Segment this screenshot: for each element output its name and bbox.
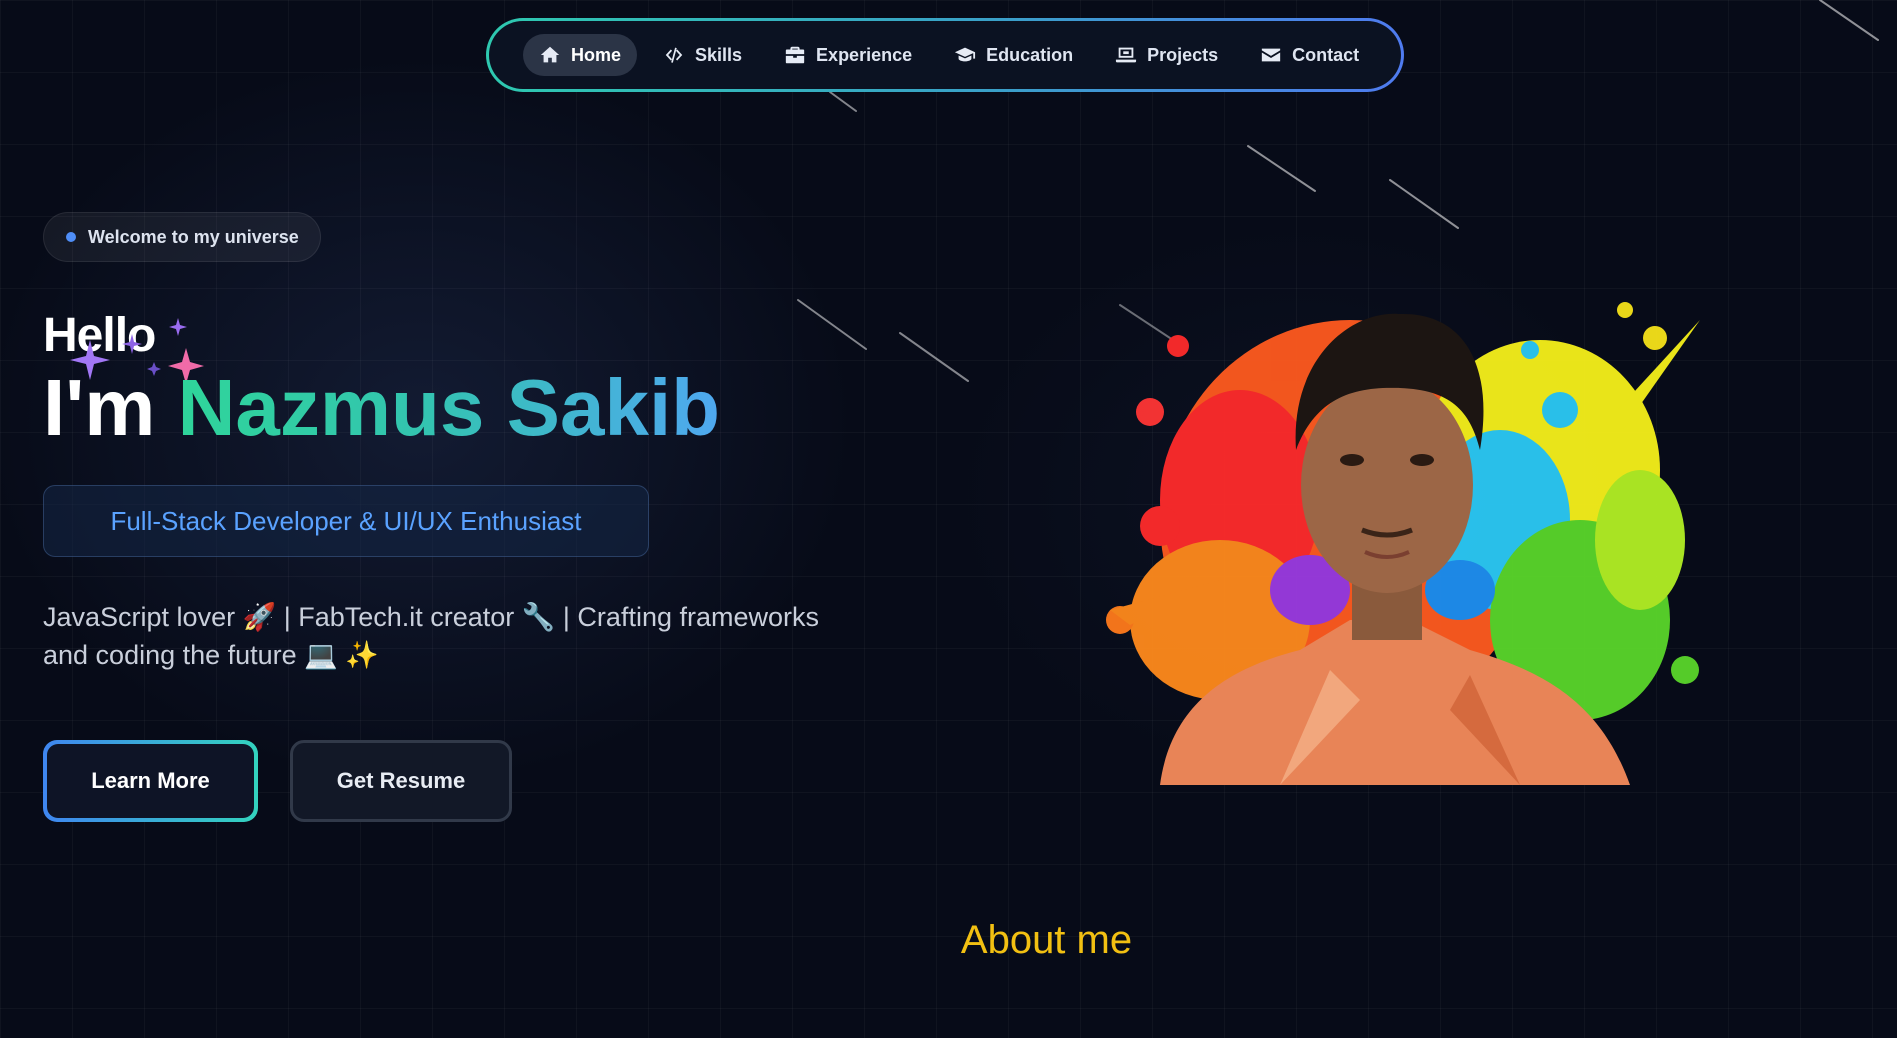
nav-item-contact[interactable]: Contact [1244,34,1375,76]
tagline-line-1: JavaScript lover 🚀 | FabTech.it creator … [43,602,819,632]
welcome-badge-label: Welcome to my universe [88,226,299,247]
briefcase-icon [785,46,805,64]
profile-portrait [1106,302,1700,785]
role-badge: Full-Stack Developer & UI/UX Enthusiast [43,485,649,557]
nav-item-label: Contact [1292,44,1360,65]
main-nav: Home Skills Experience Education Project… [486,18,1404,92]
graduation-cap-icon [955,47,976,62]
laptop-icon [1116,47,1137,63]
learn-more-label: Learn More [47,744,254,818]
nav-item-label: Education [986,44,1074,65]
code-icon [665,47,683,63]
nav-inner: Home Skills Experience Education Project… [489,21,1401,89]
nav-item-label: Projects [1147,44,1219,65]
nav-item-label: Home [571,44,622,65]
tagline-line-2: and coding the future 💻 ✨ [43,640,379,670]
status-dot [66,232,76,242]
nav-item-home[interactable]: Home [523,34,638,76]
headline-intro: I'm [43,363,156,452]
nav-item-label: Skills [695,44,743,65]
headline-name: Nazmus Sakib [177,363,721,452]
page: Home Skills Experience Education Project… [0,0,1897,1038]
learn-more-button[interactable]: Learn More [43,740,258,822]
nav-item-label: Experience [816,44,913,65]
get-resume-button[interactable]: Get Resume [290,740,512,822]
nav-item-skills[interactable]: Skills [647,34,758,76]
nav-item-education[interactable]: Education [938,34,1089,76]
headline: I'm Nazmus Sakib [43,360,720,456]
nav-item-projects[interactable]: Projects [1099,34,1234,76]
tagline: JavaScript lover 🚀 | FabTech.it creator … [43,598,843,674]
envelope-icon [1262,48,1281,62]
nav-item-experience[interactable]: Experience [768,34,928,76]
home-icon [540,46,560,63]
about-heading: About me [960,918,1133,962]
welcome-badge: Welcome to my universe [43,212,321,262]
